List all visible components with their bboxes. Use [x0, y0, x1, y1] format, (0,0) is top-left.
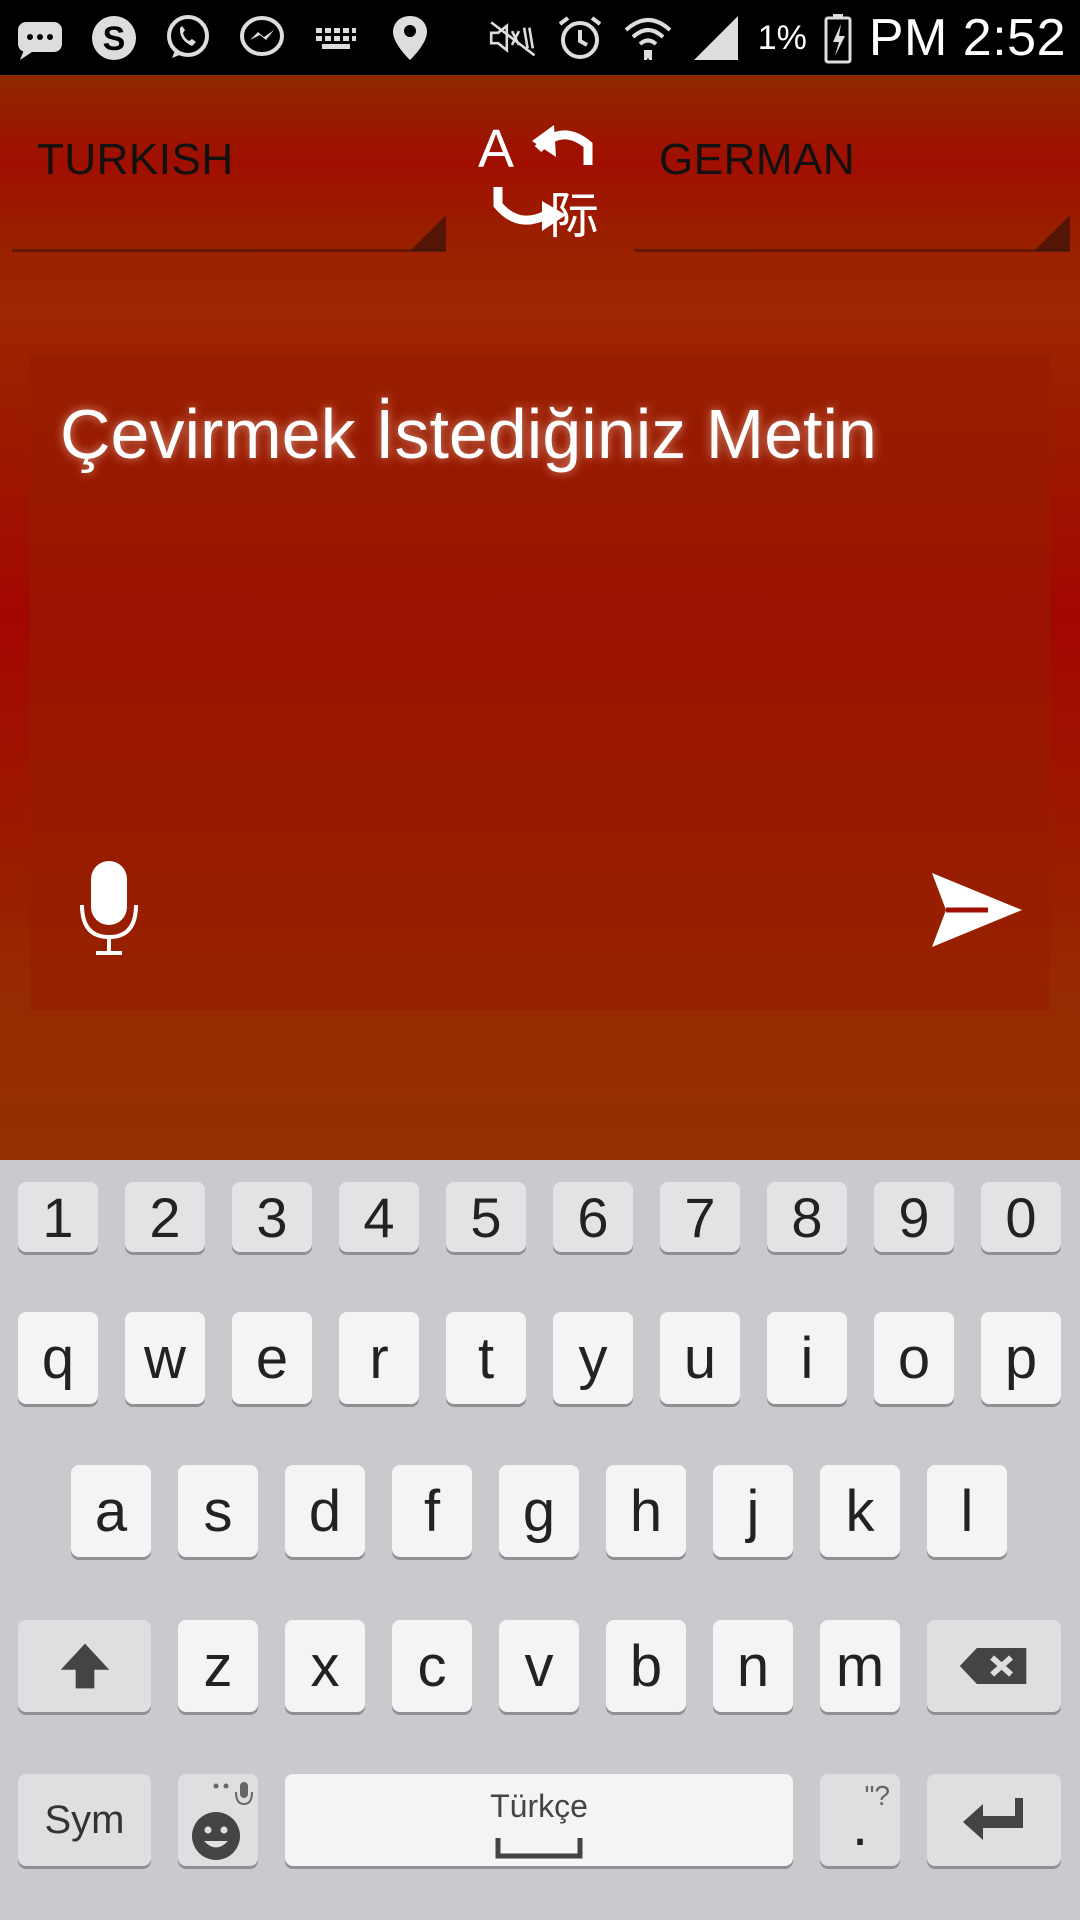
microphone-button[interactable] [74, 859, 144, 959]
source-language-label: TURKISH [37, 135, 234, 184]
key-5[interactable]: 5 [446, 1182, 526, 1252]
enter-key[interactable] [927, 1774, 1061, 1866]
svg-text:际: 际 [549, 187, 599, 245]
source-language-spinner[interactable]: TURKISH [0, 75, 450, 265]
alarm-icon [554, 12, 606, 64]
key-h[interactable]: h [606, 1465, 686, 1557]
key-k[interactable]: k [820, 1465, 900, 1557]
key-p[interactable]: p [981, 1312, 1061, 1404]
key-s[interactable]: s [178, 1465, 258, 1557]
target-spinner-underline [634, 249, 1070, 252]
key-g[interactable]: g [499, 1465, 579, 1557]
emoji-icon [192, 1782, 253, 1860]
shift-arrow-icon [60, 1643, 109, 1689]
period-key[interactable]: "? . [820, 1774, 900, 1866]
space-key[interactable]: Türkçe [285, 1774, 793, 1866]
swap-languages-icon: A 际 [478, 119, 599, 245]
key-y[interactable]: y [553, 1312, 633, 1404]
key-m[interactable]: m [820, 1620, 900, 1712]
text-input-placeholder[interactable]: Çevirmek İstediğiniz Metin [60, 394, 877, 474]
key-r[interactable]: r [339, 1312, 419, 1404]
wifi-icon [622, 12, 674, 64]
key-t[interactable]: t [446, 1312, 526, 1404]
svg-text:A: A [478, 119, 514, 179]
key-u[interactable]: u [660, 1312, 740, 1404]
period-key-label: . [851, 1793, 869, 1858]
messenger-icon [236, 12, 288, 64]
signal-icon [690, 12, 742, 64]
target-dropdown-arrow-icon [1034, 215, 1070, 251]
key-d[interactable]: d [285, 1465, 365, 1557]
status-bar: S 1% PM 2:52 [0, 0, 1080, 75]
key-4[interactable]: 4 [339, 1182, 419, 1252]
language-bar: TURKISH A 际 GERMAN [0, 75, 1080, 265]
symbols-key[interactable]: Sym [18, 1774, 151, 1866]
svg-text:S: S [103, 20, 126, 58]
key-8[interactable]: 8 [767, 1182, 847, 1252]
text-input-panel[interactable]: Çevirmek İstediğiniz Metin [30, 354, 1050, 1010]
key-9[interactable]: 9 [874, 1182, 954, 1252]
key-l[interactable]: l [927, 1465, 1007, 1557]
chat-icon [14, 12, 66, 64]
key-i[interactable]: i [767, 1312, 847, 1404]
skype-icon: S [88, 12, 140, 64]
key-o[interactable]: o [874, 1312, 954, 1404]
key-b[interactable]: b [606, 1620, 686, 1712]
source-spinner-underline [12, 249, 446, 252]
key-e[interactable]: e [232, 1312, 312, 1404]
enter-icon [963, 1798, 1023, 1840]
send-icon [932, 873, 1022, 947]
key-6[interactable]: 6 [553, 1182, 633, 1252]
battery-icon [823, 12, 853, 64]
microphone-icon [80, 861, 138, 955]
clock: PM 2:52 [868, 9, 1066, 67]
target-language-spinner[interactable]: GERMAN [630, 75, 1080, 265]
keyboard-icon [310, 12, 362, 64]
translate-send-button[interactable] [928, 869, 1024, 951]
source-dropdown-arrow-icon [410, 215, 446, 251]
emoji-voice-key[interactable] [178, 1774, 258, 1866]
key-1[interactable]: 1 [18, 1182, 98, 1252]
target-language-label: GERMAN [659, 135, 856, 184]
space-language-label: Türkçe [490, 1788, 588, 1824]
key-q[interactable]: q [18, 1312, 98, 1404]
key-3[interactable]: 3 [232, 1182, 312, 1252]
key-n[interactable]: n [713, 1620, 793, 1712]
key-v[interactable]: v [499, 1620, 579, 1712]
system-icons: 1% PM 2:52 [486, 6, 1066, 70]
key-w[interactable]: w [125, 1312, 205, 1404]
battery-percent: 1% [757, 18, 807, 57]
location-icon [384, 12, 436, 64]
backspace-icon [959, 1647, 1027, 1685]
translator-app: TURKISH A 际 GERMAN Çevirmek İstediğiniz … [0, 75, 1080, 1160]
key-z[interactable]: z [178, 1620, 258, 1712]
backspace-key[interactable] [927, 1620, 1061, 1712]
key-a[interactable]: a [71, 1465, 151, 1557]
key-f[interactable]: f [392, 1465, 472, 1557]
whatsapp-icon [162, 12, 214, 64]
key-2[interactable]: 2 [125, 1182, 205, 1252]
period-key-hint: "? [864, 1780, 890, 1811]
soft-keyboard: 1 2 3 4 5 6 7 8 9 0 q w e r t y u i o p … [0, 1160, 1080, 1920]
key-c[interactable]: c [392, 1620, 472, 1712]
shift-key[interactable] [18, 1620, 151, 1712]
mute-icon [486, 12, 538, 64]
key-x[interactable]: x [285, 1620, 365, 1712]
space-bar-icon [495, 1838, 583, 1859]
key-j[interactable]: j [713, 1465, 793, 1557]
notification-icons: S [14, 10, 436, 66]
swap-languages-button[interactable]: A 际 [470, 105, 610, 245]
key-7[interactable]: 7 [660, 1182, 740, 1252]
key-0[interactable]: 0 [981, 1182, 1061, 1252]
